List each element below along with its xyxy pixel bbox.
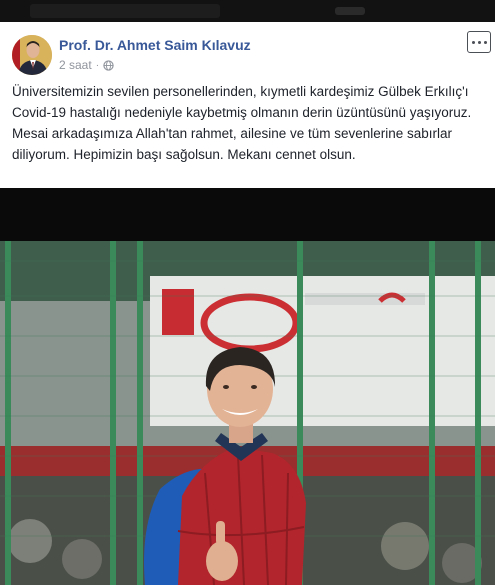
more-options-icon bbox=[471, 40, 475, 44]
post-text: Üniversitemizin sevilen personellerinden… bbox=[12, 84, 472, 162]
post-meta: 2 saat · bbox=[59, 58, 114, 72]
author-name-link[interactable]: Prof. Dr. Ahmet Saim Kılavuz bbox=[59, 37, 251, 53]
avatar-portrait-image bbox=[12, 35, 52, 75]
author-avatar[interactable] bbox=[12, 35, 52, 75]
facebook-post: Prof. Dr. Ahmet Saim Kılavuz 2 saat · Ün… bbox=[0, 22, 495, 188]
more-options-button[interactable] bbox=[467, 31, 491, 53]
blurred-search-bar bbox=[30, 4, 220, 18]
photo-dark-margin bbox=[0, 188, 495, 241]
blurred-nav-item bbox=[335, 7, 365, 15]
post-photo[interactable] bbox=[0, 241, 495, 585]
browser-top-bar bbox=[0, 0, 495, 22]
meta-separator: · bbox=[95, 59, 100, 71]
post-timestamp[interactable]: 2 saat bbox=[59, 58, 92, 72]
man-with-thumbs-up-photo bbox=[0, 241, 495, 585]
globe-icon[interactable] bbox=[103, 59, 114, 71]
